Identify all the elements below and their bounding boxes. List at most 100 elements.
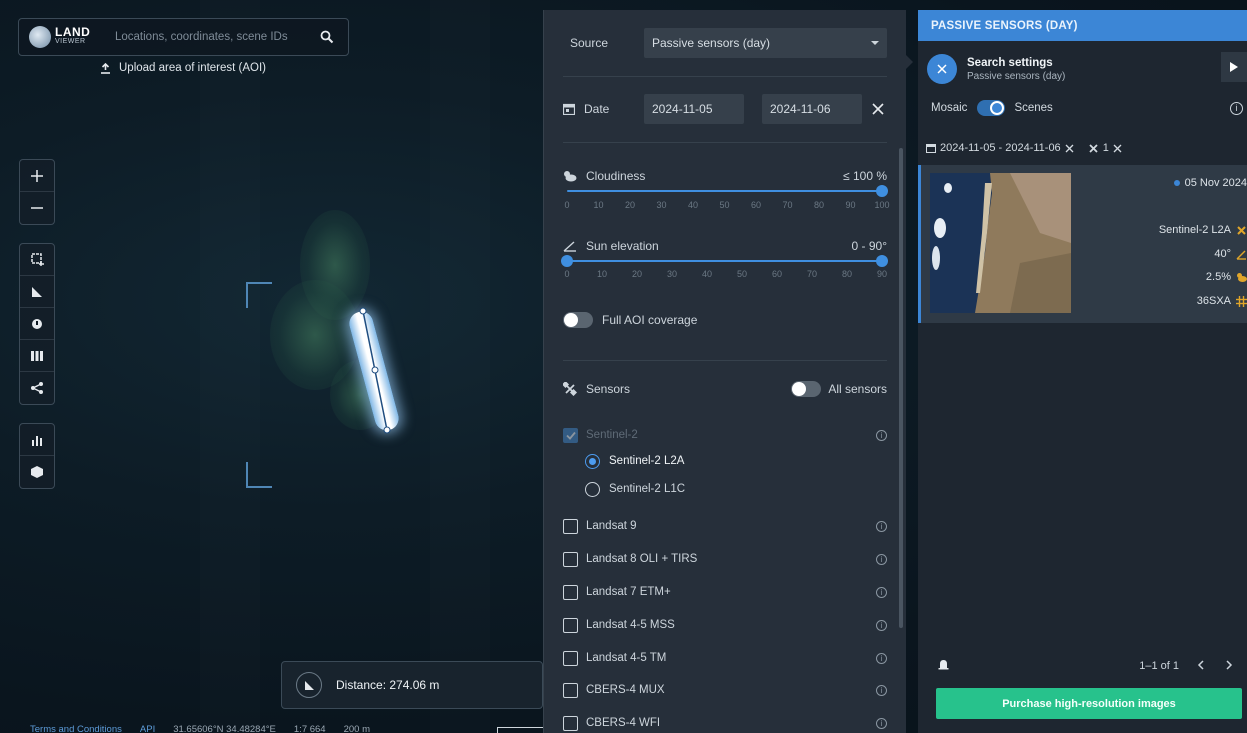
sensor-label: Landsat 4-5 MSS [586, 619, 675, 631]
sensor-label: Landsat 9 [586, 520, 637, 532]
full-aoi-toggle[interactable] [563, 312, 593, 328]
purchase-button[interactable]: Purchase high-resolution images [936, 688, 1242, 719]
scene-card[interactable]: 05 Nov 2024 Sentinel-2 L2A 40° 2.5% 36SX… [918, 165, 1247, 323]
3d-icon[interactable] [20, 456, 54, 488]
sensor-filter-chip[interactable]: 1 [1088, 142, 1122, 154]
play-icon[interactable] [1221, 52, 1247, 82]
zoom-in-icon[interactable] [20, 160, 54, 192]
date-from-field[interactable]: 2024-11-05 [644, 94, 744, 124]
sentinel-2-l2a-radio[interactable] [585, 453, 600, 469]
globe-icon [29, 26, 51, 48]
sentinel-2-label: Sentinel-2 [586, 429, 638, 441]
sensor-checkbox[interactable] [563, 518, 578, 534]
close-icon[interactable] [1113, 144, 1122, 153]
sensor-sentinel-2-l1c: Sentinel-2 L1C [585, 479, 887, 499]
measurement-line[interactable] [350, 300, 400, 440]
sensor-label: CBERS-4 MUX [586, 684, 665, 696]
sensor-label: Landsat 7 ETM+ [586, 586, 671, 598]
slider-tick-label: 30 [656, 200, 667, 210]
info-icon[interactable]: i [876, 520, 887, 532]
mosaic-scenes-switch: Mosaic Scenes i [931, 98, 1247, 118]
layers-icon[interactable] [20, 340, 54, 372]
chevron-right-icon[interactable] [1226, 659, 1233, 673]
sensor-sentinel-2-l2a: Sentinel-2 L2A [585, 451, 887, 471]
scene-tile-line: 36SXA [1197, 295, 1247, 307]
sun-angle-icon [563, 241, 576, 252]
sensor-chip-label: 1 [1102, 142, 1109, 154]
source-select[interactable]: Passive sensors (day) [644, 28, 887, 58]
scene-sun-line: 40° [1214, 248, 1247, 260]
upload-icon [101, 62, 110, 74]
slider-tick-label: 30 [666, 269, 678, 279]
sensor-checkbox[interactable] [563, 715, 578, 731]
slider-tick-label: 10 [596, 269, 607, 279]
clear-date-icon[interactable] [872, 102, 884, 120]
upload-aoi-link[interactable]: Upload area of interest (AOI) [100, 62, 266, 74]
sensor-row: CBERS-4 WFI i [563, 713, 887, 733]
sun-elevation-row: Sun elevation 0 - 90° [563, 237, 887, 255]
api-link[interactable]: API [140, 724, 155, 733]
sensor-checkbox[interactable] [563, 682, 578, 698]
close-icon[interactable] [927, 54, 957, 84]
sensor-checkbox[interactable] [563, 551, 578, 567]
source-label: Source [570, 36, 609, 50]
sentinel-2-checkbox[interactable] [563, 427, 578, 443]
panel-scrollbar[interactable] [899, 148, 903, 628]
sensor-row: Landsat 4-5 TM i [563, 648, 887, 668]
search-input[interactable] [109, 31, 316, 43]
close-icon[interactable] [1065, 144, 1074, 153]
zoom-out-icon[interactable] [20, 192, 54, 224]
cloudiness-value: ≤ 100 % [843, 169, 887, 183]
all-sensors-toggle[interactable] [791, 381, 822, 397]
logo-title: LAND [55, 25, 91, 39]
scene-sensor-line: Sentinel-2 L2A [1159, 224, 1247, 236]
ruler-icon[interactable] [20, 276, 54, 308]
pagination-label: 1–1 of 1 [1139, 660, 1179, 672]
date-filter-chip[interactable]: 2024-11-05 - 2024-11-06 [926, 142, 1074, 154]
sun-elevation-min-handle[interactable] [561, 255, 573, 267]
cloudiness-track[interactable] [567, 190, 882, 192]
timelapse-icon[interactable] [20, 308, 54, 340]
map-imagery-strip [430, 0, 490, 733]
share-icon[interactable] [20, 372, 54, 404]
search-settings-summary[interactable]: Search settings Passive sensors (day) [927, 48, 1247, 90]
bell-icon[interactable] [938, 659, 949, 674]
aoi-corner [246, 462, 272, 488]
terms-link[interactable]: Terms and Conditions [30, 724, 122, 733]
info-icon[interactable]: i [876, 652, 887, 664]
map-scale: 1:7 664 [293, 724, 326, 733]
info-icon[interactable]: i [1230, 101, 1243, 115]
analytics-icon[interactable] [20, 424, 54, 456]
sensor-checkbox[interactable] [563, 650, 578, 666]
satellite-icon [1237, 225, 1246, 235]
mosaic-scenes-toggle[interactable] [977, 100, 1006, 116]
slider-tick-label: 60 [750, 200, 762, 210]
full-aoi-row: Full AOI coverage [563, 311, 887, 329]
draw-aoi-icon[interactable] [20, 244, 54, 276]
info-icon[interactable]: i [876, 586, 887, 598]
sensor-label: Landsat 8 OLI + TIRS [586, 553, 698, 565]
chevron-left-icon[interactable] [1197, 659, 1204, 673]
info-icon[interactable]: i [876, 717, 887, 729]
landviewer-logo[interactable]: LAND VIEWER [29, 26, 109, 48]
ruler-icon[interactable] [296, 672, 322, 698]
sensor-checkbox[interactable] [563, 584, 578, 600]
info-icon[interactable]: i [876, 684, 887, 696]
search-icon[interactable] [316, 26, 338, 48]
sun-elevation-track[interactable] [567, 260, 882, 262]
cursor-coordinates: 31.65606°N 34.48284°E [173, 724, 276, 733]
scene-sun-elevation: 40° [1214, 248, 1231, 260]
sentinel-2-l1c-radio[interactable] [585, 481, 600, 497]
date-to-field[interactable]: 2024-11-06 [762, 94, 862, 124]
cloudiness-slider-handle[interactable] [876, 185, 888, 197]
mosaic-label: Mosaic [931, 102, 968, 114]
slider-tick-label: 80 [813, 200, 825, 210]
info-icon[interactable]: i [876, 619, 887, 631]
sensor-sentinel-2: Sentinel-2 i [563, 425, 887, 445]
info-icon[interactable]: i [876, 553, 887, 565]
info-icon[interactable]: i [876, 429, 887, 441]
all-sensors-label: All sensors [828, 382, 887, 396]
slider-tick-label: 50 [719, 200, 730, 210]
sensor-checkbox[interactable] [563, 617, 578, 633]
sun-elevation-max-handle[interactable] [876, 255, 888, 267]
